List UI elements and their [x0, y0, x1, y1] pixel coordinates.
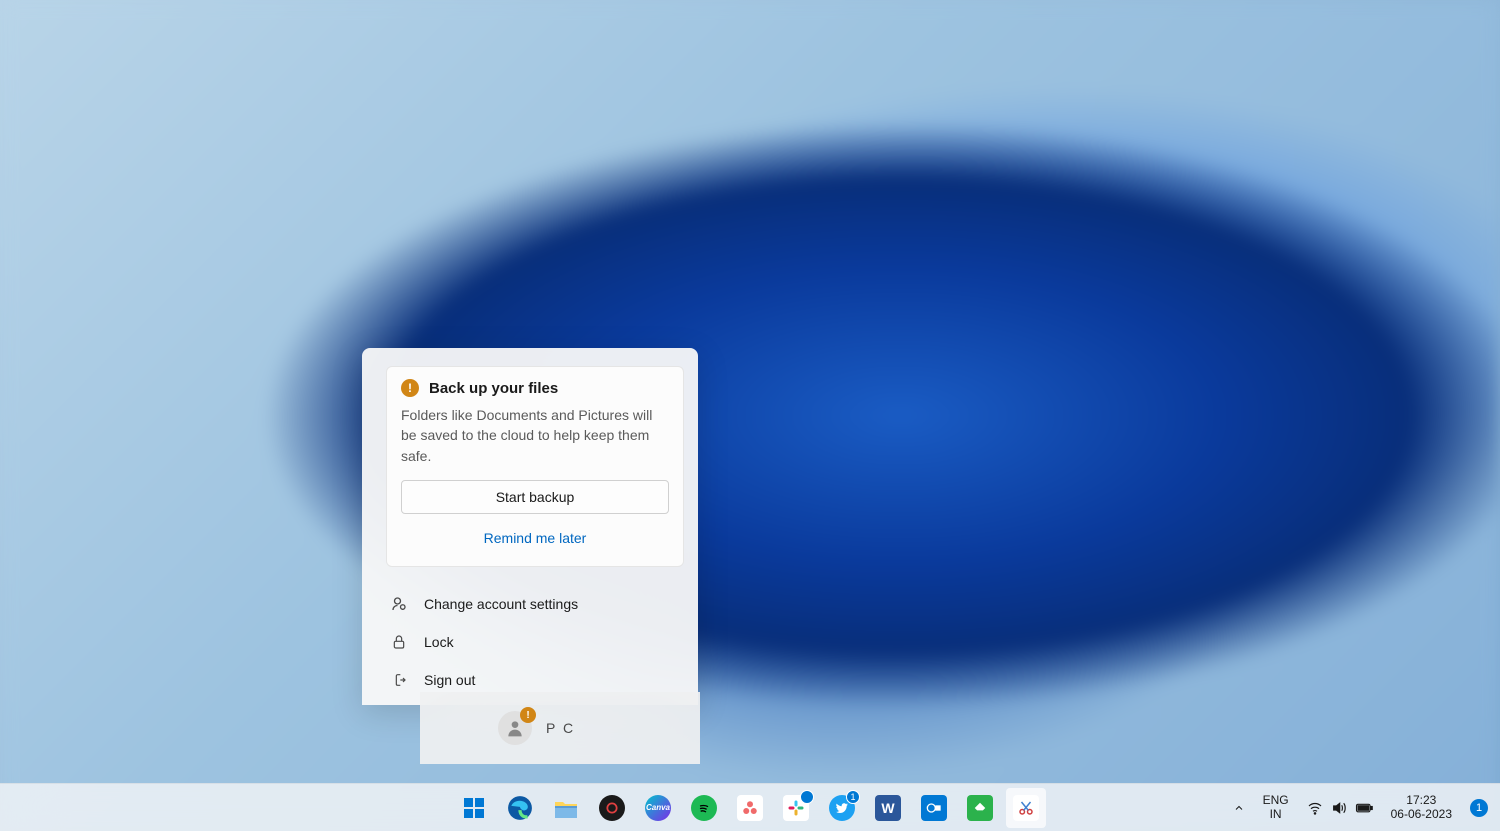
asana-icon[interactable]: [730, 788, 770, 828]
menu-items-list: Change account settings Lock Sign out: [362, 579, 698, 705]
app-icon-dark[interactable]: [592, 788, 632, 828]
menu-label: Change account settings: [424, 596, 578, 612]
taskbar-center: Canva: [454, 788, 1046, 828]
datetime[interactable]: 17:23 06-06-2023: [1383, 788, 1460, 828]
menu-label: Sign out: [424, 672, 475, 688]
spotify-icon[interactable]: [684, 788, 724, 828]
word-app-icon: W: [875, 795, 901, 821]
speaker-icon: [1331, 800, 1347, 816]
wifi-icon: [1307, 800, 1323, 816]
language-indicator[interactable]: ENG IN: [1255, 788, 1297, 828]
feedly-app-icon: [967, 795, 993, 821]
file-explorer-icon[interactable]: [546, 788, 586, 828]
start-button[interactable]: [454, 788, 494, 828]
circle-app-icon: [599, 795, 625, 821]
lang-top: ENG: [1263, 794, 1289, 807]
notif-badge: 1: [1470, 799, 1488, 817]
backup-title: Back up your files: [429, 380, 558, 397]
menu-label: Lock: [424, 634, 454, 650]
lang-bottom: IN: [1270, 808, 1282, 821]
snip-app-icon: [1013, 795, 1039, 821]
twitter-icon[interactable]: 1: [822, 788, 862, 828]
user-footer[interactable]: ! P C: [420, 692, 700, 764]
asana-app-icon: [737, 795, 763, 821]
canva-app-icon: Canva: [645, 795, 671, 821]
remind-later-button[interactable]: Remind me later: [401, 524, 669, 552]
spotify-app-icon: [691, 795, 717, 821]
word-icon[interactable]: W: [868, 788, 908, 828]
slack-icon[interactable]: [776, 788, 816, 828]
system-icons[interactable]: [1299, 788, 1381, 828]
canva-icon[interactable]: Canva: [638, 788, 678, 828]
edge-browser-icon: [507, 795, 533, 821]
avatar-warning-badge: !: [520, 707, 536, 723]
outlook-app-icon: [921, 795, 947, 821]
lock-item[interactable]: Lock: [362, 623, 698, 661]
user-name: P C: [546, 720, 575, 736]
system-tray: ENG IN 17:23 06-06-2023 1: [1225, 784, 1496, 831]
taskbar: Canva: [0, 783, 1500, 831]
user-menu-popup: Back up your files Folders like Document…: [362, 348, 698, 705]
backup-card: Back up your files Folders like Document…: [386, 366, 684, 567]
tray-chevron[interactable]: [1225, 788, 1253, 828]
sign-out-icon: [390, 671, 408, 689]
folder-icon: [553, 796, 579, 820]
snipping-tool-icon[interactable]: [1006, 788, 1046, 828]
change-account-settings-item[interactable]: Change account settings: [362, 585, 698, 623]
notification-center[interactable]: 1: [1462, 788, 1496, 828]
lock-icon: [390, 633, 408, 651]
feedly-icon[interactable]: [960, 788, 1000, 828]
date-text: 06-06-2023: [1391, 808, 1452, 821]
warning-icon: [401, 379, 419, 397]
chevron-up-icon: [1233, 802, 1245, 814]
badge-icon: 1: [846, 790, 860, 804]
edge-icon[interactable]: [500, 788, 540, 828]
battery-icon: [1355, 801, 1373, 815]
user-avatar: !: [498, 711, 532, 745]
backup-description: Folders like Documents and Pictures will…: [401, 405, 669, 466]
time-text: 17:23: [1406, 794, 1436, 807]
windows-icon: [462, 796, 486, 820]
badge-icon: [800, 790, 814, 804]
user-settings-icon: [390, 595, 408, 613]
outlook-icon[interactable]: [914, 788, 954, 828]
desktop-wallpaper[interactable]: [0, 0, 1500, 831]
start-backup-button[interactable]: Start backup: [401, 480, 669, 514]
backup-header: Back up your files: [401, 379, 669, 397]
